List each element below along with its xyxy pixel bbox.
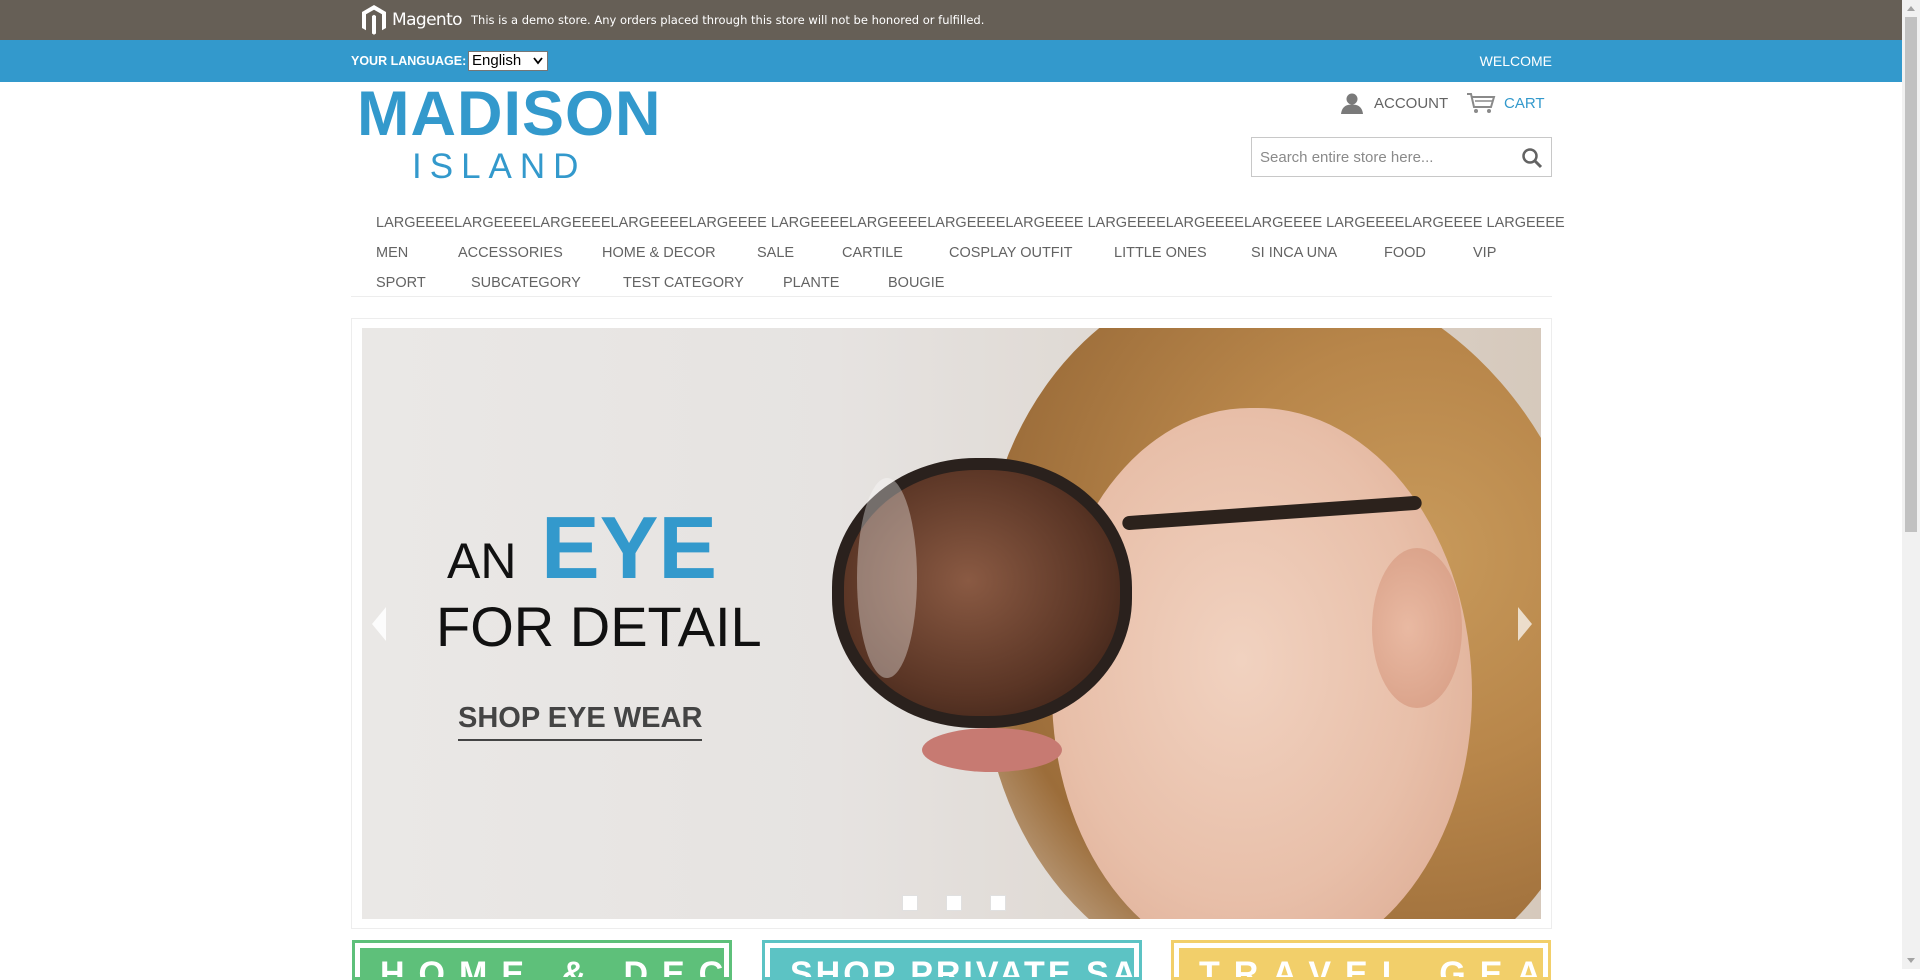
cart-link[interactable]: CART xyxy=(1466,90,1545,116)
shop-eye-wear-link[interactable]: SHOP EYE WEAR xyxy=(458,701,703,741)
magento-wordmark: Magento xyxy=(392,10,463,30)
search-icon xyxy=(1522,148,1543,169)
page-scrollbar[interactable] xyxy=(1902,0,1920,969)
slider-dot-3[interactable] xyxy=(990,895,1006,911)
nav-item-home-decor[interactable]: HOME & DECOR xyxy=(602,238,716,268)
promo-shop-private-sales[interactable]: SHOP PRIVATE SALES xyxy=(762,940,1142,980)
search-box xyxy=(1251,137,1552,177)
nav-item-test-category[interactable]: TEST CATEGORY xyxy=(623,268,744,298)
nav-row-3: SPORT SUBCATEGORY TEST CATEGORY PLANTE B… xyxy=(376,268,1552,298)
promo-home-decor-label: HOME & DECOR xyxy=(380,955,729,980)
logo-island[interactable]: ISLAND xyxy=(412,145,586,189)
nav-item-cosplay-outfit[interactable]: COSPLAY OUTFIT xyxy=(949,238,1073,268)
slide-ear-shape xyxy=(1372,548,1462,708)
slider-dot-2[interactable] xyxy=(946,895,962,911)
language-select-value: English xyxy=(472,52,522,69)
demo-notice-text: This is a demo store. Any orders placed … xyxy=(471,13,985,27)
promo-travel-gear-label: TRAVEL GEAR xyxy=(1199,955,1548,980)
scroll-up-arrow-icon[interactable] xyxy=(1907,6,1915,11)
nav-item-sport[interactable]: SPORT xyxy=(376,268,426,298)
magento-logo-icon xyxy=(362,5,386,35)
slider-next-arrow-icon[interactable] xyxy=(1518,607,1532,641)
promo-travel-gear-banner: TRAVEL GEAR xyxy=(1179,948,1548,977)
scroll-down-arrow-icon[interactable] xyxy=(1907,958,1915,963)
slider-pagination xyxy=(902,895,1006,911)
nav-item-food[interactable]: FOOD xyxy=(1384,238,1426,268)
nav-row-1: LARGEEEELARGEEEELARGEEEELARGEEEELARGEEEE… xyxy=(376,208,1565,238)
logo-madison[interactable]: MADISON xyxy=(357,78,662,150)
account-label: ACCOUNT xyxy=(1374,94,1449,112)
cart-label: CART xyxy=(1504,94,1545,112)
hero-text-detail: FOR DETAIL xyxy=(436,595,762,658)
language-select[interactable]: English xyxy=(468,51,548,71)
language-label: YOUR LANGUAGE: xyxy=(351,54,467,68)
promo-travel-gear[interactable]: TRAVEL GEAR xyxy=(1171,940,1551,980)
search-input[interactable] xyxy=(1252,138,1520,176)
promo-home-decor-banner: HOME & DECOR xyxy=(360,948,729,977)
scrollbar-thumb[interactable] xyxy=(1905,17,1917,532)
nav-item-accessories[interactable]: ACCESSORIES xyxy=(458,238,563,268)
nav-item-si-inca-una[interactable]: SI INCA UNA xyxy=(1251,238,1337,268)
nav-item-cartile[interactable]: CARTILE xyxy=(842,238,903,268)
nav-item-little-ones[interactable]: LITTLE ONES xyxy=(1114,238,1207,268)
nav-item-plante[interactable]: PLANTE xyxy=(783,268,839,298)
welcome-message: WELCOME xyxy=(1479,53,1552,69)
demo-notice-bar: Magento This is a demo store. Any orders… xyxy=(0,0,1902,40)
magento-logo: Magento xyxy=(360,2,463,38)
slider-dot-1[interactable] xyxy=(902,895,918,911)
main-navigation: LARGEEEELARGEEEELARGEEEELARGEEEELARGEEEE… xyxy=(376,208,1565,298)
nav-item-vip[interactable]: VIP xyxy=(1473,238,1496,268)
nav-item-largeeee[interactable]: LARGEEEELARGEEEELARGEEEELARGEEEELARGEEEE… xyxy=(376,208,1565,238)
chevron-down-icon xyxy=(533,52,543,75)
nav-item-subcategory[interactable]: SUBCATEGORY xyxy=(471,268,581,298)
account-icon xyxy=(1341,93,1363,114)
promo-home-decor[interactable]: HOME & DECOR xyxy=(352,940,732,980)
nav-item-sale[interactable]: SALE xyxy=(757,238,794,268)
promo-shop-private-sales-banner: SHOP PRIVATE SALES xyxy=(770,948,1139,977)
slide-lips-shape xyxy=(922,728,1062,772)
slider-prev-arrow-icon[interactable] xyxy=(372,607,386,641)
nav-row-2: MEN ACCESSORIES HOME & DECOR SALE CARTIL… xyxy=(376,238,1552,268)
nav-divider xyxy=(351,296,1552,297)
promo-shop-private-sales-label: SHOP PRIVATE SALES xyxy=(790,955,1140,980)
cart-icon xyxy=(1467,93,1496,113)
nav-item-bougie[interactable]: BOUGIE xyxy=(888,268,944,298)
hero-text-eye: EYE xyxy=(541,498,718,597)
search-button[interactable] xyxy=(1521,147,1543,169)
hero-text-an: AN xyxy=(447,533,517,589)
language-bar: YOUR LANGUAGE: English WELCOME xyxy=(0,40,1902,82)
nav-item-men[interactable]: MEN xyxy=(376,238,408,268)
slide-lens-shine xyxy=(857,478,917,678)
account-link[interactable]: ACCOUNT xyxy=(1340,90,1448,116)
